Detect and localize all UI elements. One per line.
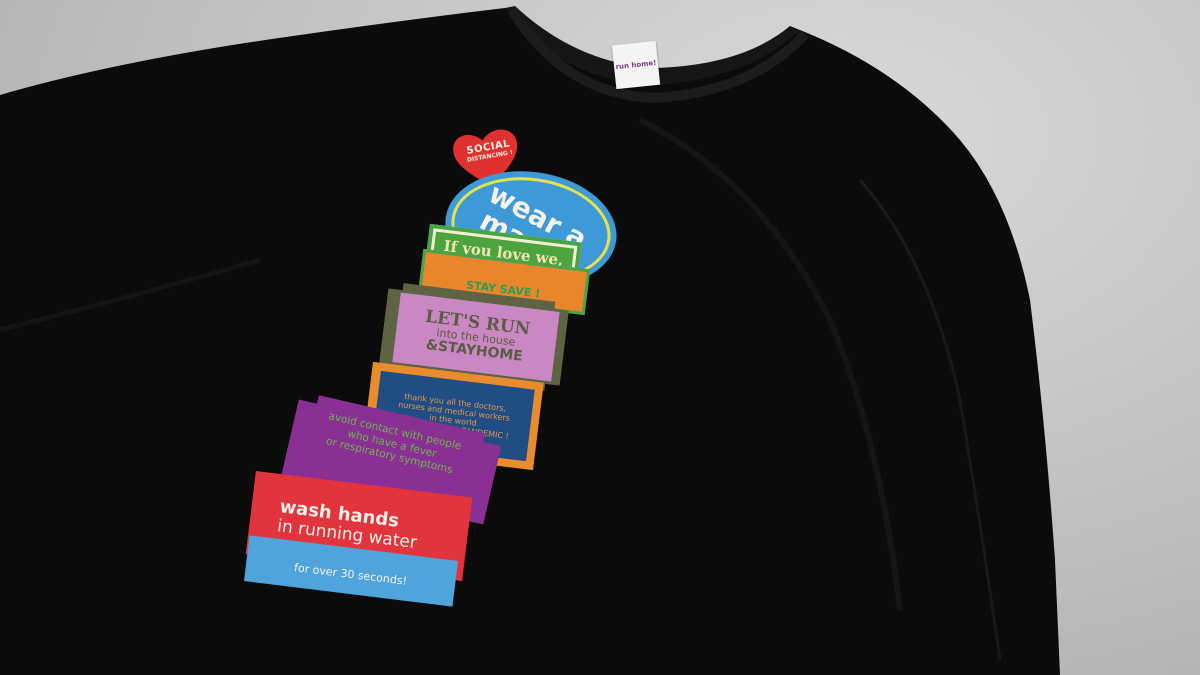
shirt-tag-text: run home! [615,58,657,71]
photo-scene: run home! SOCIAL DISTANCING ! wear a mas… [0,0,1200,675]
seconds-text: for over 30 seconds! [293,560,408,588]
black-tshirt [0,6,1060,675]
shirt-tag: run home! [611,40,661,90]
